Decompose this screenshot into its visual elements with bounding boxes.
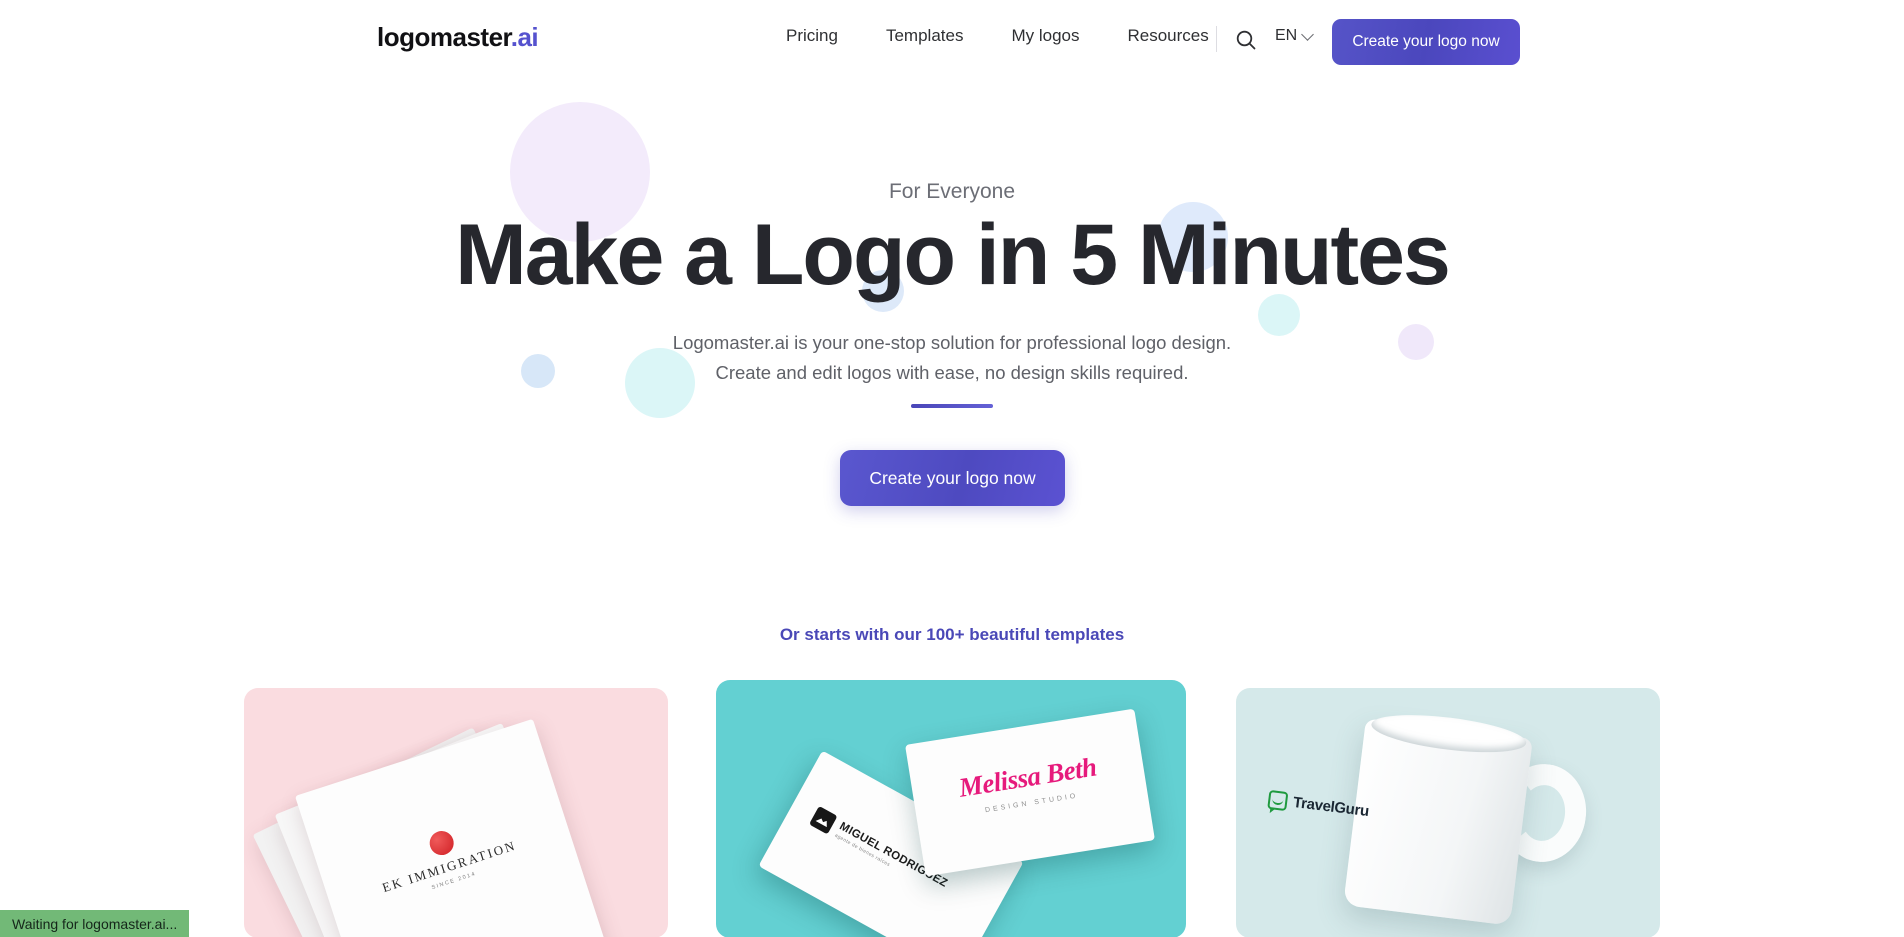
nav-item-templates[interactable]: Templates xyxy=(886,26,963,46)
nav-item-resources[interactable]: Resources xyxy=(1127,26,1208,46)
site-header: logomaster.ai Pricing Templates My logos… xyxy=(0,0,1904,84)
brand-suffix: .ai xyxy=(510,22,539,52)
hero-divider-bar xyxy=(911,404,993,408)
nav-item-my-logos[interactable]: My logos xyxy=(1011,26,1079,46)
header-divider xyxy=(1216,26,1217,52)
nav-item-pricing[interactable]: Pricing xyxy=(786,26,838,46)
mug-body xyxy=(1343,708,1533,926)
browse-templates-link[interactable]: Or starts with our 100+ beautiful templa… xyxy=(0,625,1904,645)
main-navigation: Pricing Templates My logos Resources xyxy=(786,26,1209,46)
brand-name: logomaster xyxy=(377,22,511,52)
showcase-card-mug[interactable]: TravelGuru xyxy=(1236,688,1660,937)
logo-brand[interactable]: logomaster.ai xyxy=(377,22,539,53)
mug-rim xyxy=(1369,708,1529,760)
hero-subtitle-line-2: Create and edit logos with ease, no desi… xyxy=(715,362,1189,384)
language-label: EN xyxy=(1275,27,1298,44)
chevron-down-icon xyxy=(1301,27,1315,41)
search-icon[interactable] xyxy=(1234,28,1258,52)
showcase-card-brochure[interactable]: EK IMMIGRATION SINCE 2014 xyxy=(244,688,668,937)
mug-logo: TravelGuru xyxy=(1267,789,1370,821)
maple-leaf-icon xyxy=(426,827,457,859)
hero-subtitle: Logomaster.ai is your one-stop solution … xyxy=(0,328,1904,388)
brochure-front: EK IMMIGRATION SINCE 2014 xyxy=(294,718,628,937)
showcase-carousel: EK IMMIGRATION SINCE 2014 MIGUEL RODRIGU… xyxy=(0,680,1904,937)
showcase-card-business-cards[interactable]: MIGUEL RODRIGUEZ agente de bienes raíces… xyxy=(716,680,1186,937)
mountain-icon xyxy=(808,805,838,835)
business-card-front: Melissa Beth DESIGN STUDIO xyxy=(905,708,1155,877)
hero-subtitle-line-1: Logomaster.ai is your one-stop solution … xyxy=(672,332,1232,353)
hero-eyebrow: For Everyone xyxy=(888,180,1016,203)
browser-status-bar: Waiting for logomaster.ai... xyxy=(0,910,190,937)
page-title: Make a Logo in 5 Minutes xyxy=(455,207,1451,303)
smiley-speech-bubble-icon xyxy=(1267,789,1289,812)
hero-create-logo-button[interactable]: Create your logo now xyxy=(840,450,1065,506)
language-selector[interactable]: EN xyxy=(1275,27,1315,45)
hero-section: For Everyone Make a Logo in 5 Minutes Lo… xyxy=(0,84,1904,644)
header-create-logo-button[interactable]: Create your logo now xyxy=(1332,19,1520,65)
